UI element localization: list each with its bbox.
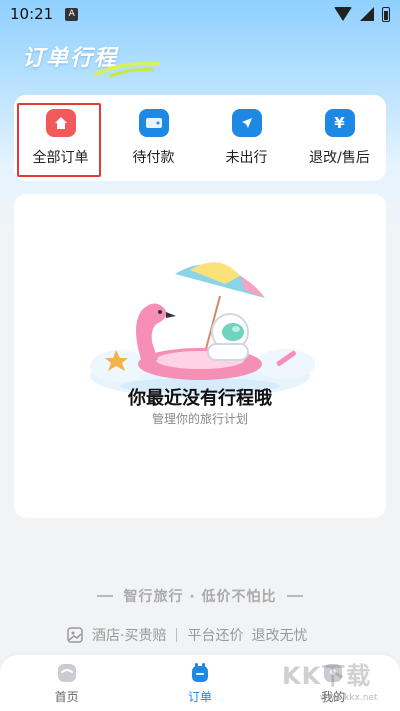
home-icon <box>45 109 76 137</box>
slogan-divider <box>97 595 114 597</box>
guarantee-price: 平台还价 <box>187 628 244 644</box>
tab-all-orders[interactable]: 全部订单 <box>16 101 101 177</box>
wallet-icon <box>138 109 169 137</box>
status-indicators <box>334 6 390 22</box>
tab-label: 全部订单 <box>32 150 89 166</box>
tab-refund-aftersale[interactable]: ¥ 退改/售后 <box>300 101 380 175</box>
image-card-icon <box>67 627 83 643</box>
notification-icon: A <box>65 7 79 21</box>
tab-label: 待付款 <box>132 150 175 166</box>
guarantee-row: 酒店·买贵赔 平台还价 退改无忧 <box>66 625 307 645</box>
status-bar: 10:21 A <box>0 0 400 28</box>
order-category-tabs: 全部订单 待付款 未出行 ¥ 退改/售后 <box>14 95 386 181</box>
nav-orders[interactable]: 订单 <box>160 662 240 705</box>
empty-state-subtitle: 管理你的旅行计划 <box>151 412 248 426</box>
home-icon <box>57 663 76 682</box>
tab-upcoming-trips[interactable]: 未出行 <box>207 101 287 175</box>
slogan-text: 智行旅行 · 低价不怕比 <box>123 589 277 605</box>
wifi-icon <box>334 7 352 21</box>
guarantee-refund: 退改无忧 <box>251 628 308 644</box>
yen-icon: ¥ <box>324 109 355 137</box>
title-swoosh-decoration <box>94 61 160 78</box>
watermark-url: www.kkx.net <box>320 693 378 703</box>
tab-label: 未出行 <box>225 150 268 166</box>
status-time: 10:21 <box>10 5 54 23</box>
empty-state-title: 你最近没有行程哦 <box>128 388 272 409</box>
battery-icon <box>382 6 390 22</box>
tab-pending-payment[interactable]: 待付款 <box>114 101 194 175</box>
slogan-divider <box>286 595 303 597</box>
order-icon <box>191 662 208 682</box>
nav-home[interactable]: 首页 <box>27 662 107 705</box>
watermark: KK下载 <box>282 662 372 690</box>
plane-icon <box>231 109 262 137</box>
guarantee-hotel: 酒店·买贵赔 <box>92 628 167 644</box>
nav-label: 首页 <box>54 689 79 704</box>
nav-label: 订单 <box>187 689 212 704</box>
slogan: 智行旅行 · 低价不怕比 <box>0 586 400 606</box>
empty-state-card: 你最近没有行程哦 管理你的旅行计划 <box>14 194 386 518</box>
tab-label: 退改/售后 <box>309 150 370 166</box>
guarantee-divider <box>176 628 178 642</box>
signal-icon <box>360 7 374 21</box>
